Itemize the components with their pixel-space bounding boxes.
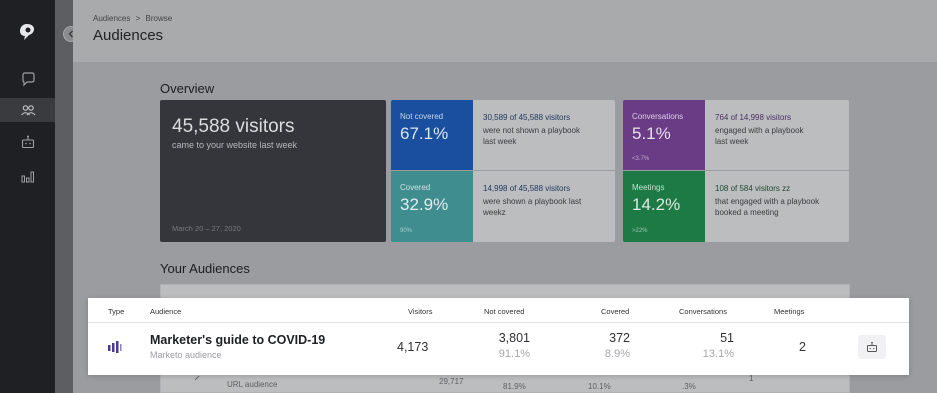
bot-icon — [21, 135, 34, 149]
visitors-card: 45,588 visitors came to your website las… — [160, 100, 386, 242]
people-icon — [20, 105, 35, 116]
col-visitors[interactable]: Visitors — [408, 307, 432, 316]
col-not-covered[interactable]: Not covered — [484, 307, 524, 316]
conversations-line1: 764 of 14,998 visitors — [715, 113, 792, 122]
background-row-conversations-pct: .3% — [682, 382, 696, 391]
background-row-type: URL audience — [227, 380, 278, 389]
bar-chart-icon — [21, 171, 34, 183]
secondary-strip — [55, 0, 73, 393]
header-divider — [88, 322, 909, 323]
conversations-metric: Conversations 5.1% <3.7% — [623, 100, 705, 170]
visitors-headline: 45,588 visitors — [172, 116, 295, 137]
covered-delta: 90% — [400, 228, 413, 234]
engagement-card: Conversations 5.1% <3.7% 764 of 14,998 v… — [623, 100, 849, 242]
covered-metric: Covered 32.9% 90% — [391, 171, 473, 242]
background-row-meetings: 1 — [749, 374, 754, 383]
covered-value: 372 — [609, 331, 630, 345]
meetings-pct: 14.2% — [632, 195, 681, 214]
audiences-table: Type Audience Visitors Not covered Cover… — [88, 298, 909, 375]
nav-bots[interactable] — [0, 130, 55, 154]
conversations-label: Conversations — [632, 112, 684, 121]
background-row-not-covered-pct: 81.9% — [503, 382, 526, 391]
covered-percent: 8.9% — [604, 348, 630, 360]
page-title: Audiences — [93, 27, 164, 44]
not-covered-value: 3,801 — [498, 331, 530, 345]
overview-title: Overview — [160, 81, 215, 96]
visitors-value: 4,173 — [397, 340, 429, 354]
meetings-metric: Meetings 14.2% >22% — [623, 171, 705, 242]
visitors-subtitle: came to your website last week — [172, 140, 298, 150]
covered-line2: were shown a playbook last weekz — [483, 197, 582, 217]
playbook-bot-button[interactable] — [858, 335, 886, 359]
col-type[interactable]: Type — [108, 307, 124, 316]
col-covered[interactable]: Covered — [601, 307, 629, 316]
background-row-covered-pct: 10.1% — [588, 382, 611, 391]
col-conversations[interactable]: Conversations — [679, 307, 727, 316]
audience-name[interactable]: Marketer's guide to COVID-19 — [150, 333, 325, 347]
meetings-label: Meetings — [632, 183, 665, 192]
not-covered-metric: Not covered 67.1% — [391, 100, 473, 170]
your-audiences-title: Your Audiences — [160, 261, 250, 276]
audience-type: Marketo audience — [150, 350, 222, 360]
background-row-visitors: 29,717 — [439, 377, 464, 386]
meetings-desc: 108 of 584 visitors zz that engaged with… — [705, 171, 849, 242]
breadcrumb: Audiences > Browse — [93, 14, 172, 23]
meetings-delta: >22% — [632, 228, 648, 234]
not-covered-label: Not covered — [400, 112, 444, 121]
covered-desc: 14,998 of 45,588 visitors were shown a p… — [473, 171, 615, 242]
meetings-line1: 108 of 584 visitors zz — [715, 184, 791, 193]
conversations-value: 51 — [720, 331, 734, 345]
page-header — [73, 0, 937, 62]
not-covered-pct: 67.1% — [400, 124, 449, 143]
meetings-value: 2 — [799, 340, 806, 354]
date-range: March 20 – 27, 2020 — [172, 224, 241, 233]
audience-bars-icon — [108, 341, 122, 353]
conversations-pct: 5.1% — [632, 124, 671, 143]
not-covered-line1: 30,589 of 45,588 visitors — [483, 113, 571, 122]
nav-conversations[interactable] — [0, 67, 55, 91]
col-audience[interactable]: Audience — [150, 307, 181, 316]
covered-pct: 32.9% — [400, 195, 449, 214]
chat-icon — [21, 72, 35, 87]
conversations-percent: 13.1% — [702, 348, 734, 360]
nav-reports[interactable] — [0, 164, 55, 188]
breadcrumb-separator: > — [135, 14, 141, 23]
breadcrumb-current: Browse — [145, 14, 173, 23]
left-rail — [0, 0, 55, 393]
conversations-desc: 764 of 14,998 visitors engaged with a pl… — [705, 100, 849, 170]
not-covered-line2: were not shown a playbook last week — [483, 126, 580, 146]
link-icon — [194, 375, 200, 381]
not-covered-percent: 91.1% — [498, 348, 530, 360]
covered-label: Covered — [400, 183, 431, 192]
not-covered-desc: 30,589 of 45,588 visitors were not shown… — [473, 100, 615, 170]
logo-icon[interactable] — [17, 22, 37, 42]
nav-audiences[interactable] — [0, 98, 55, 122]
coverage-card: Not covered 67.1% 30,589 of 45,588 visit… — [391, 100, 615, 242]
conversations-line2: engaged with a playbook last week — [715, 126, 804, 146]
meetings-line2: that engaged with a playbook booked a mee… — [715, 197, 820, 217]
col-meetings[interactable]: Meetings — [774, 307, 804, 316]
covered-line1: 14,998 of 45,588 visitors — [483, 184, 571, 193]
bot-icon — [867, 341, 877, 352]
conversations-delta: <3.7% — [632, 156, 650, 162]
breadcrumb-parent[interactable]: Audiences — [93, 14, 130, 23]
